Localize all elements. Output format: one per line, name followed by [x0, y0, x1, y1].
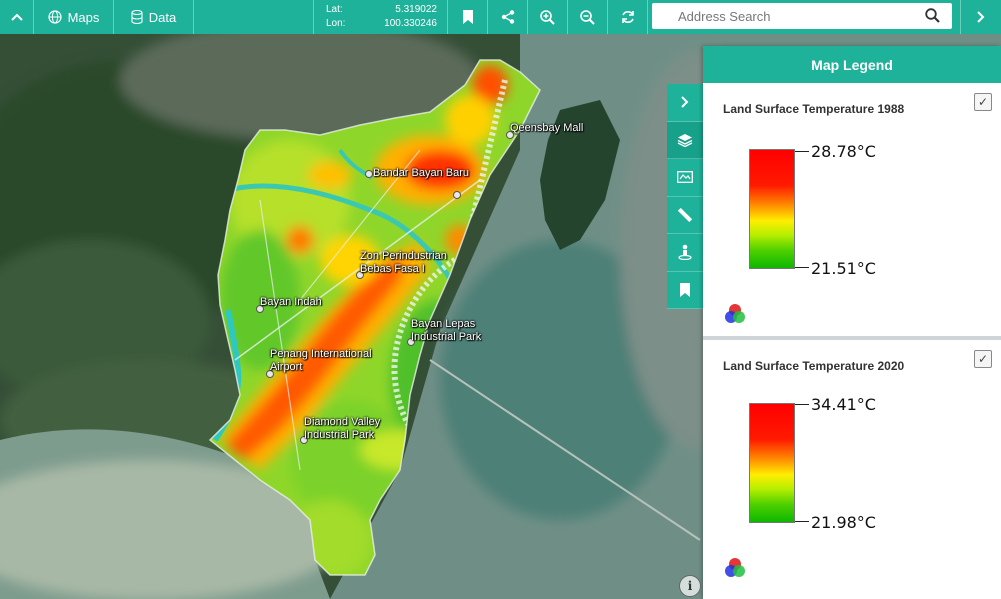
- rgb-channels-icon[interactable]: [723, 556, 747, 580]
- database-icon: [131, 10, 143, 24]
- zoom-out-button[interactable]: [568, 0, 608, 34]
- spacer: [194, 0, 314, 34]
- search-icon[interactable]: [925, 8, 940, 23]
- legend-max-value: 34.41°C: [811, 395, 876, 414]
- legend-layer-title: Land Surface Temperature 1988: [723, 102, 905, 116]
- chevron-right-icon: [977, 11, 985, 23]
- lat-value: 5.319022: [395, 4, 437, 15]
- top-toolbar: Maps Data Lat: 5.319022 Lon: 100.330246: [0, 0, 1001, 34]
- color-ramp: [749, 149, 795, 269]
- legend-button[interactable]: [667, 159, 703, 197]
- checkmark-icon: ✓: [977, 95, 989, 109]
- share-icon: [501, 10, 514, 24]
- collapse-button[interactable]: [0, 0, 34, 34]
- bookmark-icon: [680, 282, 690, 297]
- layer-visibility-checkbox[interactable]: ✓: [974, 350, 992, 368]
- lon-value: 100.330246: [384, 18, 437, 29]
- map-legend-panel: Map Legend Land Surface Temperature 1988…: [703, 46, 1001, 599]
- legend-layer-title: Land Surface Temperature 2020: [723, 359, 905, 373]
- expand-button[interactable]: [960, 0, 1001, 34]
- refresh-icon: [621, 11, 634, 23]
- globe-icon: [47, 10, 62, 24]
- address-search-input[interactable]: [676, 7, 920, 25]
- map-card-icon: [677, 171, 693, 184]
- person-pin-icon: [678, 244, 692, 261]
- info-icon: i: [687, 579, 693, 593]
- legend-layer-2020: Land Surface Temperature 2020 ✓ 34.41°C …: [703, 340, 1001, 595]
- place-marker[interactable]: [453, 191, 461, 199]
- data-label: Data: [148, 9, 177, 25]
- zoom-out-icon: [580, 9, 595, 25]
- refresh-button[interactable]: [608, 0, 648, 34]
- map-label-bayan-lepas: Bayan Lepas Industrial Park: [411, 318, 482, 343]
- streetview-button[interactable]: [667, 234, 703, 272]
- layers-button[interactable]: [667, 121, 703, 159]
- side-tools: [667, 84, 703, 309]
- share-button[interactable]: [488, 0, 528, 34]
- color-ramp: [749, 403, 795, 523]
- map-label-bayan-indah: Bayan Indah: [260, 296, 322, 308]
- ramp-tick: [795, 151, 809, 152]
- bookmark-button[interactable]: [448, 0, 488, 34]
- maps-button[interactable]: Maps: [34, 0, 114, 34]
- legend-max-value: 28.78°C: [811, 142, 876, 161]
- map-label-airport: Penang International Airport: [270, 348, 372, 373]
- collapse-panel-button[interactable]: [667, 84, 703, 122]
- legend-min-value: 21.98°C: [811, 513, 876, 532]
- legend-title: Map Legend: [703, 46, 1001, 83]
- lon-label: Lon:: [326, 18, 346, 29]
- ramp-tick: [795, 404, 809, 405]
- zoom-in-button[interactable]: [528, 0, 568, 34]
- place-marker[interactable]: [365, 170, 373, 178]
- chevron-up-icon: [10, 13, 23, 21]
- ramp-tick: [795, 267, 809, 268]
- maps-label: Maps: [67, 9, 100, 25]
- ramp-tick: [795, 521, 809, 522]
- info-button[interactable]: i: [679, 575, 701, 597]
- map-label-diamond-valley: Diamond Valley Industrial Park: [304, 416, 381, 441]
- legend-min-value: 21.51°C: [811, 259, 876, 278]
- bookmark-icon: [462, 10, 473, 24]
- ruler-icon: [678, 207, 692, 222]
- data-button[interactable]: Data: [114, 0, 194, 34]
- layers-icon: [677, 133, 693, 147]
- address-search: [652, 3, 952, 29]
- map-label-bandar-bayan-baru: Bandar Bayan Baru: [373, 167, 470, 179]
- checkmark-icon: ✓: [977, 352, 989, 366]
- measure-button[interactable]: [667, 197, 703, 234]
- map-label-zon-perindustrian: Zon Perindustrian Bebas Fasa I: [360, 250, 447, 275]
- legend-layer-1988: Land Surface Temperature 1988 ✓ 28.78°C …: [703, 83, 1001, 340]
- bookmarks-button[interactable]: [667, 272, 703, 309]
- lat-label: Lat:: [326, 4, 343, 15]
- rgb-channels-icon[interactable]: [723, 302, 747, 326]
- map-label-queensbay: Qeensbay Mall: [510, 122, 584, 134]
- zoom-in-icon: [540, 9, 555, 25]
- layer-visibility-checkbox[interactable]: ✓: [974, 93, 992, 111]
- chevron-right-icon: [681, 96, 689, 108]
- coordinate-readout: Lat: 5.319022 Lon: 100.330246: [314, 0, 448, 34]
